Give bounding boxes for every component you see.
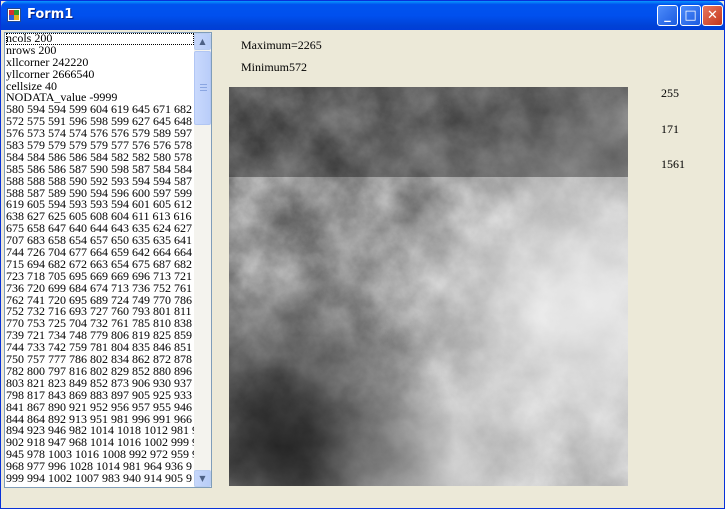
data-line[interactable]: 583 579 579 579 579 577 576 576 578 — [6, 140, 196, 152]
data-line[interactable]: 584 584 586 586 584 582 582 580 578 — [6, 152, 196, 164]
ascii-grid-listbox[interactable]: ncols 200 nrows 200 xllcorner 242220 yllcor… — [4, 32, 212, 488]
vertical-scrollbar[interactable]: ▲ ▼ — [194, 33, 211, 487]
close-button[interactable]: ✕ — [702, 5, 723, 26]
data-line[interactable]: 707 683 658 654 657 650 635 635 641 — [6, 235, 196, 247]
minimize-button[interactable]: _ — [657, 5, 678, 26]
data-line[interactable]: 588 588 588 590 592 593 594 594 587 — [6, 176, 196, 188]
data-line[interactable]: 841 867 890 921 952 956 957 955 946 — [6, 402, 196, 414]
data-line[interactable]: 844 864 892 913 951 981 996 991 966 — [6, 414, 196, 426]
data-line[interactable]: 968 977 996 1028 1014 981 964 936 9 — [6, 461, 196, 473]
maximum-label: Maximum=2265 — [241, 38, 322, 52]
maximize-button[interactable]: □ — [680, 5, 701, 26]
scroll-thumb[interactable] — [194, 51, 211, 125]
data-line[interactable]: 798 817 843 869 883 897 905 925 933 — [6, 390, 196, 402]
header-line[interactable]: nrows 200 — [6, 45, 196, 57]
data-line[interactable]: 894 923 946 982 1014 1018 1012 981 9 — [6, 425, 196, 437]
data-line[interactable]: 715 694 682 672 663 654 675 687 682 — [6, 259, 196, 271]
data-line[interactable]: 744 733 742 759 781 804 835 846 851 — [6, 342, 196, 354]
data-line[interactable]: 945 978 1003 1016 1008 992 972 959 9 — [6, 449, 196, 461]
data-line[interactable]: 580 594 594 599 604 619 645 671 682 — [6, 104, 196, 116]
data-line[interactable]: 750 757 777 786 802 834 862 872 878 — [6, 354, 196, 366]
listbox-lines: ncols 200 nrows 200 xllcorner 242220 yllcor… — [6, 33, 196, 485]
data-line[interactable]: 619 605 594 593 593 594 601 605 612 — [6, 199, 196, 211]
data-line[interactable]: 572 575 591 596 598 599 627 645 648 — [6, 116, 196, 128]
data-line[interactable]: 770 753 725 704 732 761 785 810 838 — [6, 318, 196, 330]
side-value-3: 1561 — [661, 157, 685, 171]
data-line[interactable]: 675 658 647 640 644 643 635 624 627 — [6, 223, 196, 235]
form1-window: Form1 _ □ ✕ ncols 200 nrows 200 xllcorner … — [0, 0, 725, 509]
form-bottom-area — [1, 488, 724, 508]
header-line[interactable]: yllcorner 2666540 — [6, 69, 196, 81]
header-line[interactable]: NODATA_value -9999 — [6, 92, 196, 104]
data-line[interactable]: 752 732 716 693 727 760 793 801 811 — [6, 306, 196, 318]
form-app-icon — [7, 8, 21, 22]
minimum-label: Minimum572 — [241, 60, 308, 74]
header-line[interactable]: cellsize 40 — [6, 81, 196, 93]
header-line[interactable]: ncols 200 — [6, 33, 194, 45]
header-line[interactable]: xllcorner 242220 — [6, 57, 196, 69]
data-line[interactable]: 999 994 1002 1007 983 940 914 905 9 — [6, 473, 196, 485]
scroll-down-arrow-icon[interactable]: ▼ — [194, 470, 211, 487]
dem-hillshade-image — [229, 87, 628, 486]
data-line[interactable]: 782 800 797 816 802 829 852 880 896 — [6, 366, 196, 378]
data-line[interactable]: 576 573 574 574 576 576 579 589 597 — [6, 128, 196, 140]
data-line[interactable]: 588 587 589 590 594 596 600 597 599 — [6, 188, 196, 200]
window-title: Form1 — [27, 7, 74, 22]
data-line[interactable]: 638 627 625 605 608 604 611 613 616 — [6, 211, 196, 223]
data-line[interactable]: 762 741 720 695 689 724 749 770 786 — [6, 295, 196, 307]
data-line[interactable]: 902 918 947 968 1014 1016 1002 999 9 — [6, 437, 196, 449]
title-bar[interactable]: Form1 _ □ ✕ — [1, 1, 724, 30]
side-value-2: 171 — [661, 122, 679, 136]
scroll-up-arrow-icon[interactable]: ▲ — [194, 33, 211, 50]
side-value-1: 255 — [661, 86, 679, 100]
data-line[interactable]: 723 718 705 695 669 669 696 713 721 — [6, 271, 196, 283]
data-line[interactable]: 585 586 586 587 590 598 587 584 584 — [6, 164, 196, 176]
data-line[interactable]: 739 721 734 748 779 806 819 825 859 — [6, 330, 196, 342]
data-line[interactable]: 736 720 699 684 674 713 736 752 761 — [6, 283, 196, 295]
data-line[interactable]: 803 821 823 849 852 873 906 930 937 — [6, 378, 196, 390]
data-line[interactable]: 744 726 704 677 664 659 642 664 664 — [6, 247, 196, 259]
